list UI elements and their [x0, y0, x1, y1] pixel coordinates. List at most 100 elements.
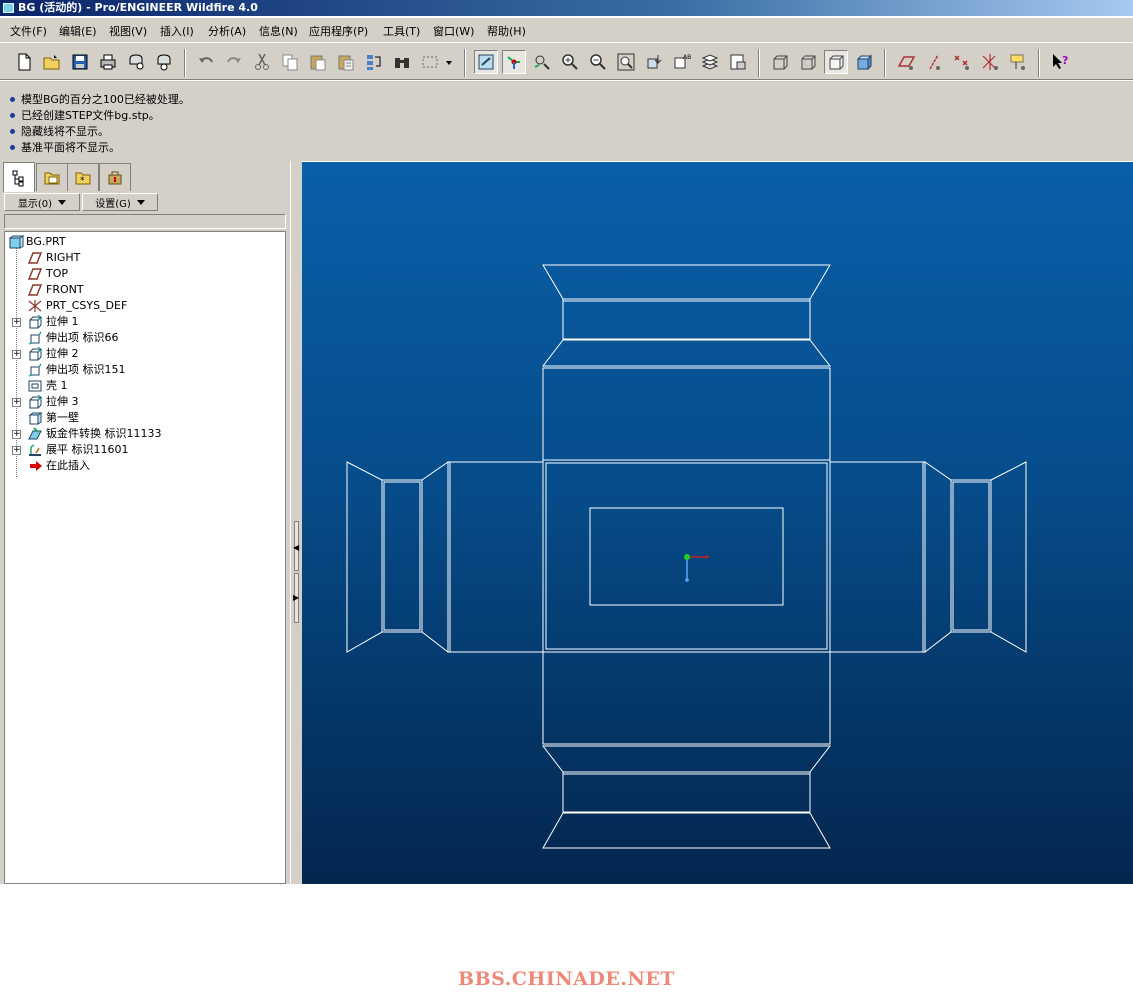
menu-tools[interactable]: 工具(T) — [383, 23, 420, 39]
tree-item-extrude-3[interactable]: + 拉伸 3 — [5, 394, 285, 410]
mail-icon — [129, 54, 144, 70]
menu-edit[interactable]: 编辑(E) — [59, 23, 97, 39]
send-mail-button[interactable] — [124, 50, 148, 74]
tree-item-front[interactable]: FRONT — [5, 282, 285, 298]
expand-right-icon[interactable]: ▶ — [293, 593, 299, 602]
selection-dropdown-button[interactable] — [442, 50, 456, 74]
model-edge — [562, 771, 811, 814]
datum-points-toggle-button[interactable] — [950, 50, 974, 74]
menu-bar: 文件(F) 编辑(E) 视图(V) 插入(I) 分析(A) 信息(N) 应用程序… — [0, 18, 1133, 42]
show-dropdown-button[interactable]: 显示(0) — [4, 193, 80, 211]
tab-favorites[interactable]: * — [67, 163, 99, 191]
redo-button[interactable] — [222, 50, 246, 74]
model-edge — [542, 812, 831, 849]
window-title: BG (活动的) - Pro/ENGINEER Wildfire 4.0 — [18, 1, 258, 14]
expand-icon[interactable]: + — [12, 318, 21, 327]
reorient-button[interactable] — [642, 50, 666, 74]
send-attachment-button[interactable] — [152, 50, 176, 74]
annotations-toggle-button[interactable] — [1006, 50, 1030, 74]
model-edge — [346, 461, 383, 653]
model-edge — [924, 461, 952, 654]
svg-text:AB: AB — [683, 54, 691, 61]
tree-item-first-wall[interactable]: 第一壁 — [5, 410, 285, 426]
regenerate-button[interactable] — [362, 50, 386, 74]
paste-icon — [310, 55, 326, 71]
graphics-window[interactable] — [302, 162, 1133, 884]
tree-item-prt-csys-def[interactable]: PRT_CSYS_DEF — [5, 298, 285, 314]
zoom-out-button[interactable] — [586, 50, 610, 74]
shading-button[interactable] — [852, 50, 876, 74]
selection-box-button[interactable] — [418, 50, 442, 74]
tree-item-unbend[interactable]: + 展平 标识11601 — [5, 442, 285, 458]
new-file-button[interactable] — [12, 50, 36, 74]
shell-icon — [28, 380, 42, 392]
tree-item-extrude-1[interactable]: + 拉伸 1 — [5, 314, 285, 330]
wireframe-button[interactable] — [768, 50, 792, 74]
context-help-button[interactable]: ? — [1048, 50, 1072, 74]
coordinate-systems-toggle-button[interactable] — [978, 50, 1002, 74]
unbend-icon — [29, 444, 41, 456]
chevron-down-icon — [136, 199, 145, 205]
print-button[interactable] — [96, 50, 120, 74]
model-tree[interactable]: BG.PRT RIGHT TOP FRONT PRT_CSYS_DEF + 拉伸… — [4, 231, 286, 884]
model-edge — [541, 745, 832, 773]
datum-axes-toggle-button[interactable] — [922, 50, 946, 74]
paste-button[interactable] — [306, 50, 330, 74]
hidden-line-button[interactable] — [796, 50, 820, 74]
paste-special-button[interactable] — [334, 50, 358, 74]
cut-button[interactable] — [250, 50, 274, 74]
extrude-icon — [29, 395, 42, 409]
tree-item-sheetmetal-convert[interactable]: + 钣金件转换 标识11133 — [5, 426, 285, 442]
tab-folder-browser[interactable] — [36, 163, 68, 191]
settings-dropdown-button[interactable]: 设置(G) — [82, 193, 158, 211]
tree-item-bg-prt[interactable]: BG.PRT — [5, 234, 285, 250]
toolbar-separator — [1038, 49, 1040, 77]
expand-icon[interactable]: + — [12, 350, 21, 359]
datum-plane-icon — [27, 252, 43, 264]
first-wall-icon — [28, 412, 43, 425]
repaint-button[interactable] — [474, 50, 498, 74]
tab-connections[interactable] — [99, 163, 131, 191]
datum-plane-icon — [27, 284, 43, 296]
menu-file[interactable]: 文件(F) — [10, 23, 47, 39]
undo-button[interactable] — [194, 50, 218, 74]
refit-button[interactable] — [614, 50, 638, 74]
no-hidden-button[interactable] — [824, 50, 848, 74]
menu-applications[interactable]: 应用程序(P) — [309, 23, 368, 39]
expand-icon[interactable]: + — [12, 398, 21, 407]
collapse-left-icon[interactable]: ◀ — [293, 543, 299, 552]
panel-splitter[interactable]: ◀ ▶ — [290, 161, 302, 884]
datum-planes-toggle-button[interactable] — [894, 50, 918, 74]
tree-item-extrude-2[interactable]: + 拉伸 2 — [5, 346, 285, 362]
folder-browser-icon — [44, 172, 60, 184]
expand-icon[interactable]: + — [12, 446, 21, 455]
spin-center-button[interactable] — [502, 50, 526, 74]
tree-item-right[interactable]: RIGHT — [5, 250, 285, 266]
tree-item-shell-1[interactable]: 壳 1 — [5, 378, 285, 394]
tree-item-insert-here[interactable]: 在此插入 — [5, 458, 285, 474]
menu-insert[interactable]: 插入(I) — [160, 23, 194, 39]
find-button[interactable] — [390, 50, 414, 74]
view-manager-button[interactable] — [726, 50, 750, 74]
tree-item-protrusion-151[interactable]: 伸出项 标识151 — [5, 362, 285, 378]
tree-item-top[interactable]: TOP — [5, 266, 285, 282]
menu-help[interactable]: 帮助(H) — [487, 23, 526, 39]
menu-analysis[interactable]: 分析(A) — [208, 23, 246, 39]
expand-icon[interactable]: + — [12, 430, 21, 439]
tree-item-protrusion-66[interactable]: 伸出项 标识66 — [5, 330, 285, 346]
save-button[interactable] — [68, 50, 92, 74]
orient-mode-button[interactable] — [530, 50, 554, 74]
menu-info[interactable]: 信息(N) — [259, 23, 298, 39]
open-folder-icon — [43, 55, 60, 70]
redo-icon — [227, 57, 241, 63]
layers-icon — [701, 54, 719, 70]
layers-button[interactable] — [698, 50, 722, 74]
menu-window[interactable]: 窗口(W) — [433, 23, 474, 39]
menu-view[interactable]: 视图(V) — [109, 23, 147, 39]
zoom-in-button[interactable] — [558, 50, 582, 74]
copy-button[interactable] — [278, 50, 302, 74]
orient-mode-icon — [534, 55, 550, 70]
tab-model-tree[interactable] — [3, 162, 35, 192]
saved-views-button[interactable]: AB — [670, 50, 694, 74]
open-file-button[interactable] — [40, 50, 64, 74]
